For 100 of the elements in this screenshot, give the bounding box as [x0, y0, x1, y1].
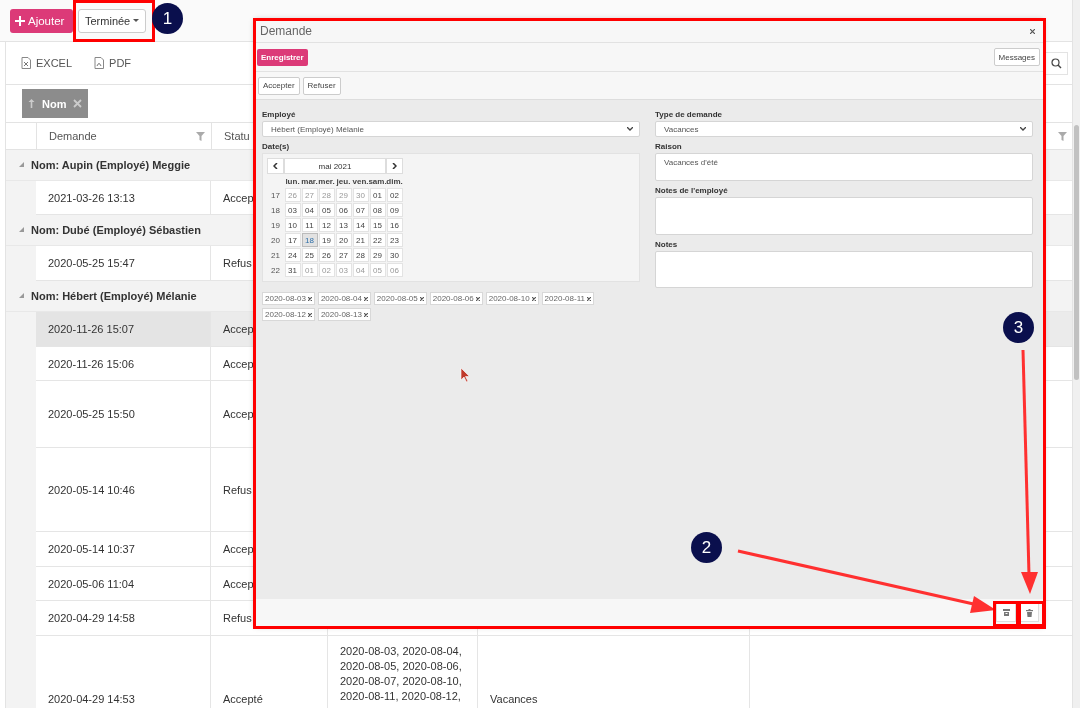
- weekday-label: mer.: [318, 176, 335, 186]
- date-chip[interactable]: 2020-08-11: [541, 292, 594, 305]
- calendar-day[interactable]: 25: [301, 248, 318, 262]
- search-button[interactable]: [1045, 51, 1068, 75]
- week-number: 22: [271, 265, 280, 275]
- calendar-day[interactable]: 04: [301, 203, 318, 217]
- date-chip[interactable]: 2020-08-05: [373, 292, 427, 305]
- reason-field[interactable]: Vacances d'été: [655, 153, 1033, 181]
- selection-cell[interactable]: 2020-11-26 15:07: [36, 312, 211, 347]
- field-label: Raison: [655, 142, 683, 151]
- calendar-day[interactable]: 10: [284, 218, 301, 232]
- date-chip[interactable]: 2020-08-03: [262, 292, 315, 305]
- calendar-day[interactable]: 30: [386, 248, 403, 262]
- table-cell: Accep: [223, 408, 254, 420]
- weekday-label: sam.: [368, 176, 387, 186]
- remove-icon: [363, 296, 368, 301]
- calendar-day[interactable]: 11: [301, 218, 318, 232]
- table-cell: 2020-05-06 11:04: [48, 577, 135, 590]
- calendar-day[interactable]: 08: [369, 203, 386, 217]
- calendar-day[interactable]: 06: [335, 203, 352, 217]
- remove-icon: [307, 296, 312, 301]
- calendar-day[interactable]: 21: [352, 233, 369, 247]
- export-button[interactable]: EXCEL: [21, 57, 73, 69]
- remove-icon: [475, 296, 480, 301]
- calendar-day[interactable]: 27: [335, 248, 352, 262]
- selection-cell[interactable]: 2021-03-26 13:13: [36, 181, 211, 215]
- trash-icon: [1025, 608, 1033, 617]
- calendar-day[interactable]: 17: [284, 233, 301, 247]
- calendar-day[interactable]: 01: [369, 188, 386, 202]
- table-cell: 2020-04-29 14:53: [48, 693, 135, 705]
- archive-icon: [1002, 609, 1010, 616]
- calendar-day[interactable]: 23: [386, 233, 403, 247]
- spreadsheet-file-icon: [21, 57, 32, 69]
- calendar-day[interactable]: 28: [352, 248, 369, 262]
- selection-cell[interactable]: 2020-05-25 15:47: [36, 246, 211, 281]
- table-cell: Refus: [223, 483, 252, 496]
- calendar-day[interactable]: 02: [386, 188, 403, 202]
- table-cell: 2021-03-26 13:13: [48, 191, 135, 204]
- calendar-day[interactable]: 24: [284, 248, 301, 262]
- calendar-day[interactable]: 12: [318, 218, 335, 232]
- messages-button[interactable]: Messages: [993, 48, 1040, 66]
- weekday-label: mar.: [301, 176, 318, 186]
- save-button[interactable]: Enregistrer: [257, 48, 308, 66]
- selection-cell[interactable]: 2020-05-14 10:46: [36, 448, 211, 532]
- type-select[interactable]: Vacances: [655, 121, 1033, 137]
- calendar-day[interactable]: 05: [318, 203, 335, 217]
- calendar-day[interactable]: 16: [386, 218, 403, 232]
- date-chip[interactable]: 2020-08-04: [317, 292, 371, 305]
- date-chip[interactable]: 2020-08-10: [485, 292, 539, 305]
- selection-cell[interactable]: 2020-05-06 11:04: [36, 567, 211, 601]
- table-cell: 2020-11-26 15:06: [48, 357, 135, 370]
- table-cell: Accep: [223, 357, 254, 370]
- week-number: 18: [271, 205, 280, 215]
- date-chip[interactable]: 2020-08-13: [317, 308, 371, 321]
- selection-cell[interactable]: 2020-11-26 15:06: [36, 347, 211, 381]
- table-cell: Refus: [223, 612, 252, 624]
- selection-cell[interactable]: 2020-04-29 14:58: [36, 601, 211, 636]
- calendar-day[interactable]: 15: [369, 218, 386, 232]
- calendar-day[interactable]: 03: [284, 203, 301, 217]
- notes-field[interactable]: [655, 251, 1033, 288]
- column-header[interactable]: Demande: [49, 130, 97, 142]
- month-title[interactable]: mai 2021: [284, 158, 386, 174]
- caret-icon: [133, 19, 140, 22]
- scrollbar[interactable]: [1072, 0, 1080, 708]
- calendar-day[interactable]: 14: [352, 218, 369, 232]
- add-button[interactable]: Ajouter: [10, 8, 73, 33]
- selection-cell[interactable]: 2020-05-14 10:37: [36, 532, 211, 567]
- field-label: Notes: [655, 240, 679, 249]
- table-cell: 2020-05-14 10:37: [48, 543, 135, 555]
- employee-select[interactable]: Hébert (Employé) Mélanie: [262, 121, 640, 137]
- remove-icon: [419, 296, 424, 301]
- remove-icon: [531, 296, 536, 301]
- date-chip[interactable]: 2020-08-06: [429, 292, 483, 305]
- export-button[interactable]: PDF: [94, 57, 132, 69]
- calendar-day[interactable]: 31: [284, 263, 301, 277]
- chevron-left-icon: [273, 163, 278, 169]
- calendar-day[interactable]: 13: [335, 218, 352, 232]
- table-cell: 2020-05-14 10:46: [48, 483, 135, 496]
- calendar-day[interactable]: 29: [369, 248, 386, 262]
- previous-month-button[interactable]: [267, 158, 284, 174]
- column-header[interactable]: Statu: [224, 130, 250, 142]
- status-dropdown[interactable]: Terminée: [78, 8, 147, 33]
- action-button[interactable]: Accepter: [258, 76, 300, 95]
- week-number: 17: [271, 190, 280, 200]
- close-icon[interactable]: [1030, 28, 1035, 34]
- calendar-day[interactable]: 07: [352, 203, 369, 217]
- calendar-day[interactable]: 09: [386, 203, 403, 217]
- group-header: Nom: Hébert (Employé) Mélanie: [31, 290, 197, 302]
- action-button[interactable]: Refuser: [302, 76, 341, 95]
- plus-icon: [15, 15, 25, 26]
- employee-notes-field[interactable]: [655, 197, 1033, 235]
- calendar-day[interactable]: 19: [318, 233, 335, 247]
- calendar-day[interactable]: 26: [318, 248, 335, 262]
- date-chip[interactable]: 2020-08-12: [262, 308, 315, 321]
- calendar-day[interactable]: 22: [369, 233, 386, 247]
- next-month-button[interactable]: [386, 158, 403, 174]
- selection-cell[interactable]: 2020-05-25 15:50: [36, 381, 211, 448]
- calendar-day[interactable]: 20: [335, 233, 352, 247]
- chevron-down-icon: [1020, 127, 1026, 131]
- calendar-day[interactable]: 18: [301, 233, 318, 247]
